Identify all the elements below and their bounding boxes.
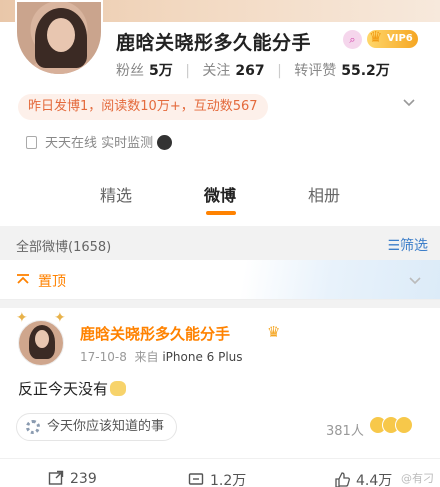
post-body[interactable]: 反正今天没有 (18, 378, 127, 399)
section-divider (0, 300, 440, 308)
topic-label: 今天你应该知道的事 (47, 419, 165, 434)
like-icon (335, 472, 350, 487)
antler-decoration-icon: ✦ (16, 310, 28, 326)
online-status[interactable]: 天天在线 实时监测 (26, 132, 173, 151)
emoji-icon (110, 381, 127, 396)
crown-icon: ♛ (267, 323, 281, 341)
tab-weibo[interactable]: 微博 (204, 182, 236, 206)
profile-name: 鹿晗关晓彤多久能分手 (116, 32, 312, 54)
search-tag-icon[interactable]: ⌕ (343, 30, 362, 49)
topic-chip[interactable]: 今天你应该知道的事 (16, 413, 178, 441)
like-button[interactable]: 4.4万 (334, 470, 392, 487)
pinned-label: 置顶 (38, 274, 66, 290)
crown-icon: ♛ (369, 28, 383, 46)
daily-summary[interactable]: 昨日发博1，阅读数10万+，互动数567 (18, 94, 268, 120)
reaction-emojis[interactable] (369, 416, 413, 438)
repost-icon (48, 470, 64, 485)
online-status-text: 天天在线 实时监测 (45, 136, 154, 151)
pinned-header[interactable]: 置顶 (0, 260, 440, 300)
chevron-down-icon[interactable] (402, 96, 416, 110)
active-tab-indicator (206, 211, 236, 215)
post-actions: 239 1.2万 4.4万 (0, 458, 440, 487)
comment-button[interactable]: 1.2万 (188, 470, 246, 487)
post-date: 17-10-8 (80, 350, 127, 364)
post-author-name[interactable]: 鹿晗关晓彤多久能分手 (80, 323, 230, 344)
profile-tabs: 精选 微博 相册 (0, 172, 440, 216)
profile-stats: 粉丝 5万 | 关注 267 | 转评赞 55.2万 (116, 63, 390, 79)
emoji-icon (395, 416, 413, 434)
watermark: @有刁 (401, 472, 434, 485)
tab-featured[interactable]: 精选 (100, 182, 132, 206)
filter-bar: 全部微博(1658) ☰筛选 (0, 226, 440, 260)
stat-fans[interactable]: 粉丝 5万 (116, 63, 173, 79)
post-device: iPhone 6 Plus (162, 350, 243, 364)
chevron-down-icon[interactable] (408, 274, 422, 288)
repost-button[interactable]: 239 (48, 470, 97, 487)
tab-album[interactable]: 相册 (308, 182, 340, 206)
document-icon (26, 136, 37, 149)
post-author-avatar[interactable] (18, 320, 64, 366)
profile-avatar[interactable] (15, 0, 103, 76)
vip-label: VIP6 (387, 33, 413, 44)
pin-icon (17, 274, 29, 284)
all-weibo-count: 全部微博(1658) (16, 240, 112, 255)
filter-button[interactable]: ☰筛选 (387, 235, 428, 255)
vip-badge[interactable]: ♛ VIP6 (367, 28, 418, 48)
post-meta: 17-10-8 来自 iPhone 6 Plus (80, 350, 243, 364)
topic-icon (26, 420, 40, 434)
filter-icon: ☰ (387, 238, 400, 254)
stat-interactions[interactable]: 转评赞 55.2万 (294, 63, 390, 79)
monitor-ball-icon (157, 135, 173, 150)
comment-icon (188, 473, 204, 485)
stat-following[interactable]: 关注 267 (202, 63, 264, 79)
antler-decoration-icon: ✦ (54, 310, 66, 326)
reaction-count[interactable]: 381人 (326, 420, 364, 439)
